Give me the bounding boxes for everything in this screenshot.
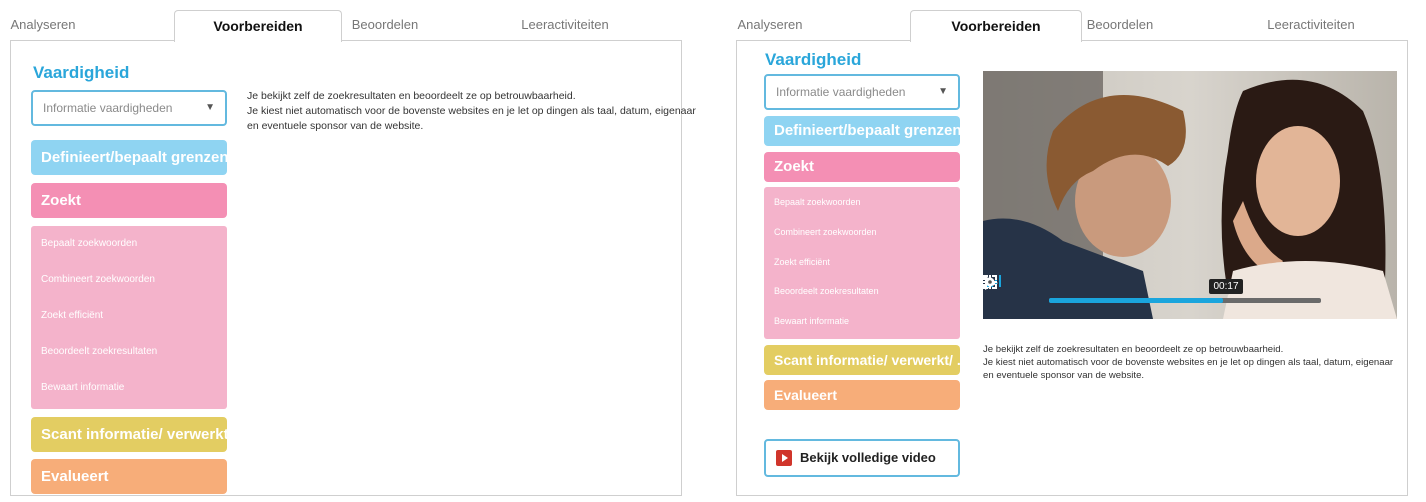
description-line: Je kiest niet automatisch voor de bovens…	[983, 357, 1394, 368]
content-area: Vaardigheid Informatie vaardigheden ▼ De…	[10, 40, 696, 496]
subitem-combineert-zoekwoorden[interactable]: Combineert zoekwoorden	[41, 274, 155, 285]
skill-scant[interactable]: Scant informatie/ verwerkt/ ...	[31, 417, 227, 452]
dropdown-value: Informatie vaardigheden	[43, 101, 173, 115]
tab-leeractiviteiten[interactable]: Leeractiviteiten	[500, 10, 630, 40]
dropdown-value: Informatie vaardigheden	[776, 85, 906, 99]
description-text: Je bekijkt zelf de zoekresultaten en beo…	[247, 89, 696, 134]
tab-voorbereiden[interactable]: Voorbereiden	[910, 10, 1082, 42]
subitem-bepaalt-zoekwoorden[interactable]: Bepaalt zoekwoorden	[41, 238, 137, 249]
subitem-beoordeelt-zoekresultaten[interactable]: Beoordeelt zoekresultaten	[774, 286, 879, 296]
description-text: Je bekijkt zelf de zoekresultaten en beo…	[983, 343, 1393, 382]
description-line: en eventuele sponsor van de website.	[983, 370, 1145, 381]
right-panel: Analyseren Voorbereiden Beoordelen Leera…	[726, 0, 1426, 502]
skill-evalueert[interactable]: Evalueert	[764, 380, 960, 410]
skill-zoekt[interactable]: Zoekt	[31, 183, 227, 218]
tab-voorbereiden[interactable]: Voorbereiden	[174, 10, 342, 42]
watch-full-video-label: Bekijk volledige video	[800, 450, 936, 465]
zoekt-subitems: Bepaalt zoekwoorden Combineert zoekwoord…	[31, 226, 227, 409]
zoekt-subitems: Bepaalt zoekwoorden Combineert zoekwoord…	[764, 187, 960, 339]
content-area: Vaardigheid Informatie vaardigheden ▼ De…	[736, 40, 1408, 496]
video-time: 00:17	[1209, 279, 1243, 294]
left-panel: Analyseren Voorbereiden Beoordelen Leera…	[0, 0, 700, 502]
fullscreen-icon[interactable]	[983, 275, 997, 289]
chevron-down-icon: ▼	[938, 86, 948, 97]
subitem-zoekt-efficient[interactable]: Zoekt efficiënt	[41, 310, 103, 321]
tab-bar: Analyseren Voorbereiden Beoordelen Leera…	[0, 0, 700, 42]
tab-analyseren[interactable]: Analyseren	[8, 10, 78, 40]
subitem-bewaart-informatie[interactable]: Bewaart informatie	[41, 382, 124, 393]
skill-evalueert[interactable]: Evalueert	[31, 459, 227, 494]
description-line: en eventuele sponsor van de website.	[247, 120, 424, 132]
video-play-icon	[776, 450, 792, 466]
description-line: Je bekijkt zelf de zoekresultaten en beo…	[247, 90, 576, 102]
subitem-bewaart-informatie[interactable]: Bewaart informatie	[774, 316, 849, 326]
tab-beoordelen[interactable]: Beoordelen	[340, 10, 430, 40]
progress-fill	[1049, 298, 1224, 303]
skill-definieert[interactable]: Definieert/bepaalt grenzen	[31, 140, 227, 175]
tab-beoordelen[interactable]: Beoordelen	[1070, 10, 1170, 40]
tab-leeractiviteiten[interactable]: Leeractiviteiten	[1246, 10, 1376, 40]
watch-full-video-button[interactable]: Bekijk volledige video	[764, 439, 960, 477]
subitem-zoekt-efficient[interactable]: Zoekt efficiënt	[774, 257, 830, 267]
subitem-combineert-zoekwoorden[interactable]: Combineert zoekwoorden	[774, 227, 877, 237]
skill-dropdown[interactable]: Informatie vaardigheden ▼	[764, 74, 960, 110]
section-title: Vaardigheid	[765, 50, 862, 69]
video-controls: 00:17	[983, 275, 1397, 319]
tab-bar: Analyseren Voorbereiden Beoordelen Leera…	[726, 0, 1426, 42]
chevron-down-icon: ▼	[205, 102, 215, 113]
description-line: Je kiest niet automatisch voor de bovens…	[247, 105, 696, 117]
skill-zoekt[interactable]: Zoekt	[764, 152, 960, 182]
progress-bar[interactable]	[1049, 298, 1321, 303]
skill-dropdown[interactable]: Informatie vaardigheden ▼	[31, 90, 227, 126]
tab-analyseren[interactable]: Analyseren	[732, 10, 808, 40]
video-player[interactable]: 00:17	[983, 71, 1397, 319]
subitem-beoordeelt-zoekresultaten[interactable]: Beoordeelt zoekresultaten	[41, 346, 157, 357]
description-line: Je bekijkt zelf de zoekresultaten en beo…	[983, 344, 1284, 355]
skill-scant[interactable]: Scant informatie/ verwerkt/ ...	[764, 345, 960, 375]
subitem-bepaalt-zoekwoorden[interactable]: Bepaalt zoekwoorden	[774, 197, 861, 207]
section-title: Vaardigheid	[33, 63, 130, 82]
skill-definieert[interactable]: Definieert/bepaalt grenzen	[764, 116, 960, 146]
